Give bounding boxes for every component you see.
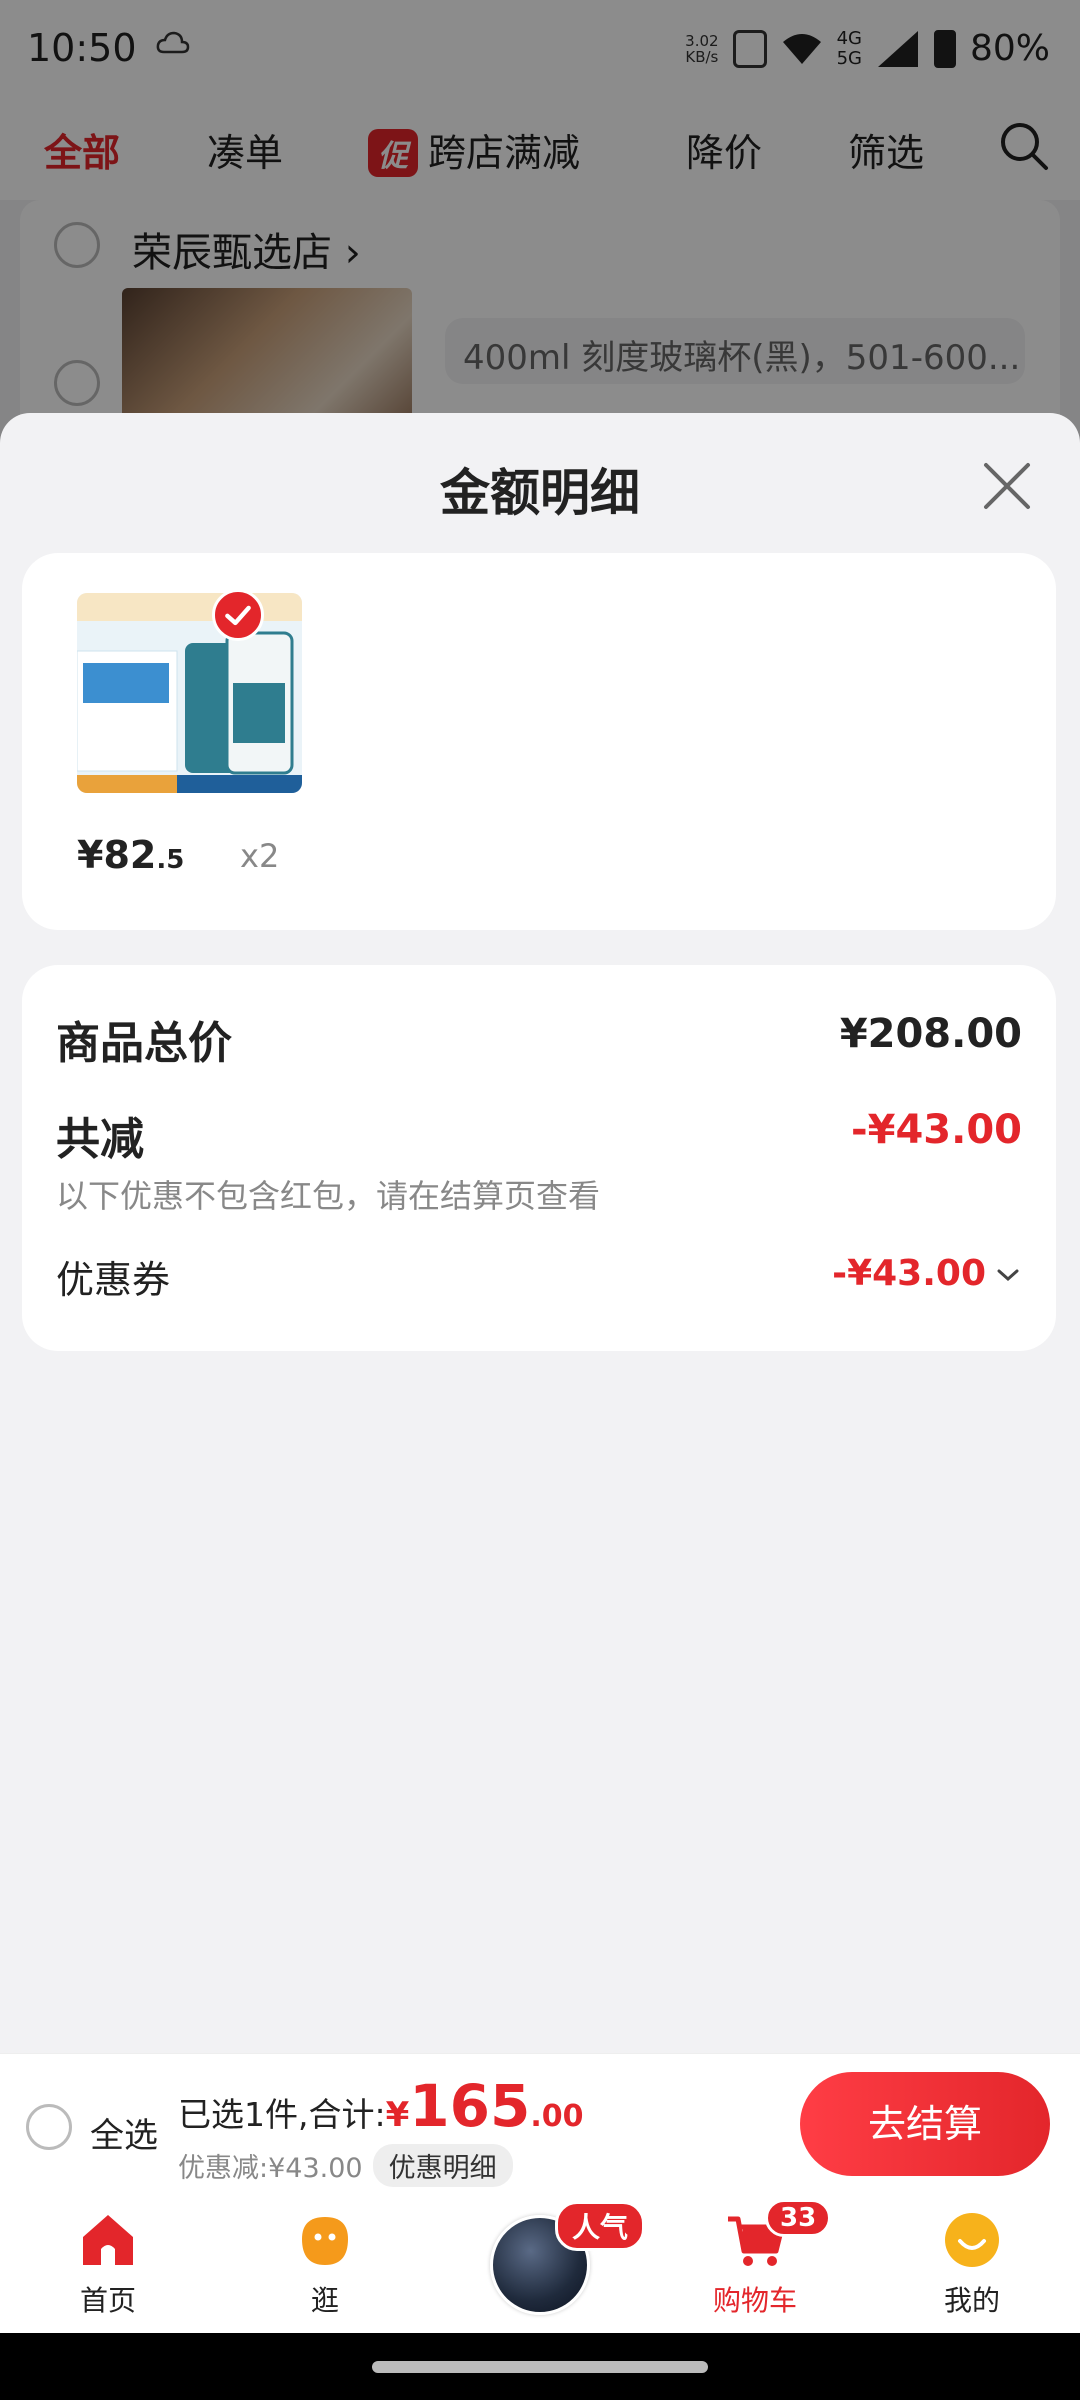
discount-text: 优惠减:¥43.00	[178, 2153, 363, 2184]
milk-powder-product-icon	[77, 593, 302, 793]
total-price-value: ¥208.00	[839, 1011, 1022, 1057]
item-price-decimal: .5	[156, 845, 185, 875]
cart-count-badge: 33	[765, 2199, 832, 2237]
reduction-value: -¥43.00	[851, 1107, 1022, 1153]
smiley-icon	[945, 2213, 999, 2267]
home-gesture-handle[interactable]	[372, 2361, 708, 2373]
nav-mine-label: 我的	[943, 2284, 1000, 2317]
select-all-radio[interactable]	[26, 2104, 72, 2150]
nav-home[interactable]: 首页	[28, 2203, 188, 2319]
total-line: 已选1件,合计:¥165.00	[178, 2072, 584, 2140]
checkout-bar: 全选 已选1件,合计:¥165.00 优惠减:¥43.00 优惠明细 去结算	[0, 2053, 1080, 2193]
sheet-title: 金额明细	[440, 464, 640, 522]
item-price-main: ¥82	[77, 833, 157, 877]
nav-cart-label: 购物车	[712, 2284, 797, 2317]
chevron-down-icon[interactable]	[996, 1267, 1020, 1283]
total-price-label: 商品总价	[56, 1018, 232, 1069]
nav-browse[interactable]: 逛	[245, 2203, 405, 2319]
discount-line: 优惠减:¥43.00 优惠明细	[178, 2144, 513, 2187]
selected-items-card: ¥82.5 x2	[22, 553, 1056, 930]
item-price: ¥82.5	[77, 833, 184, 877]
discount-detail-button[interactable]: 优惠明细	[372, 2144, 513, 2187]
total-integer: 165	[409, 2072, 531, 2140]
amount-detail-sheet: 金额明细 ¥82.5 x2 商品总价 ¥208.00 共减 -¥43.00 以下…	[0, 413, 1080, 2053]
item-quantity: x2	[240, 837, 280, 875]
checkmark-icon	[212, 589, 264, 641]
popular-badge: 人气	[555, 2201, 646, 2251]
nav-home-label: 首页	[79, 2284, 136, 2317]
total-decimal: .00	[530, 2099, 584, 2134]
nav-mine[interactable]: 我的	[892, 2203, 1052, 2319]
bottom-nav: 首页 逛 人气 购物车 33 我的	[0, 2193, 1080, 2333]
reduction-note: 以下优惠不包含红包，请在结算页查看	[56, 1177, 601, 1215]
gesture-bar	[0, 2333, 1080, 2400]
checkout-button[interactable]: 去结算	[800, 2072, 1050, 2176]
selected-prefix: 已选1件,合计:	[178, 2095, 386, 2134]
home-icon	[83, 2215, 133, 2265]
close-icon[interactable]	[982, 461, 1032, 511]
coupon-label[interactable]: 优惠券	[56, 1249, 170, 1304]
coupon-value[interactable]: -¥43.00	[832, 1253, 986, 1294]
product-image	[77, 593, 302, 793]
reduction-label: 共减	[56, 1114, 144, 1165]
nav-browse-label: 逛	[310, 2284, 339, 2317]
select-all-label[interactable]: 全选	[90, 2108, 158, 2157]
browse-icon	[302, 2217, 348, 2265]
price-summary-card: 商品总价 ¥208.00 共减 -¥43.00 以下优惠不包含红包，请在结算页查…	[22, 965, 1056, 1351]
currency-symbol: ¥	[385, 2095, 410, 2135]
